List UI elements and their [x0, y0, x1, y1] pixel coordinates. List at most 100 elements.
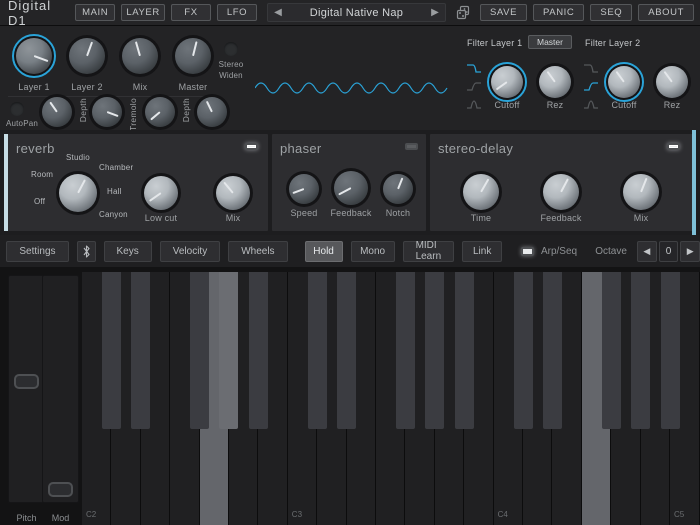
preset-prev-icon[interactable]: ◀	[268, 7, 288, 18]
filter-layer-2-title: Filter Layer 2	[585, 38, 641, 48]
knob-tremolo[interactable]	[145, 97, 175, 127]
black-key[interactable]	[602, 272, 621, 429]
knob-filter2-rez-label: Rez	[663, 100, 681, 110]
tab-layer[interactable]: LAYER	[121, 4, 165, 21]
knob-filter1-rez[interactable]	[539, 66, 571, 98]
reverb-mode-hall[interactable]: Hall	[107, 187, 122, 196]
tab-fx[interactable]: FX	[170, 4, 211, 21]
black-key[interactable]	[425, 272, 444, 429]
piano-keyboard[interactable]: C2 C3 C4 C5	[82, 272, 700, 525]
arp-seq-led[interactable]	[521, 246, 534, 256]
mod-wheel[interactable]	[42, 275, 79, 503]
knob-autopan-rate[interactable]	[92, 97, 122, 127]
about-button[interactable]: ABOUT	[638, 4, 694, 21]
bluetooth-icon[interactable]	[76, 240, 96, 262]
hold-button[interactable]: Hold	[304, 240, 343, 262]
phaser-panel: phaser Speed Feedback Notch	[272, 134, 426, 231]
knob-layer2[interactable]	[69, 38, 105, 74]
dice-icon[interactable]	[454, 3, 474, 23]
settings-button[interactable]: Settings	[6, 240, 69, 262]
highpass-icon-2[interactable]	[583, 79, 599, 91]
knob-delay-time[interactable]	[463, 174, 499, 210]
knob-reverb-mode[interactable]	[59, 174, 97, 212]
stereo-widen-led[interactable]	[224, 42, 238, 56]
black-key[interactable]	[396, 272, 415, 429]
black-key-pressed[interactable]	[219, 272, 238, 429]
black-key[interactable]	[131, 272, 150, 429]
lowpass-icon[interactable]	[466, 61, 482, 73]
black-key[interactable]	[308, 272, 327, 429]
stereo-delay-panel: stereo-delay Time Feedback Mix	[430, 130, 696, 235]
knob-filter1-cutoff[interactable]	[487, 62, 527, 102]
reverb-panel: reverb Off Room Studio Chamber Hall Cany…	[4, 134, 268, 231]
midi-learn-button[interactable]: MIDI Learn	[402, 240, 455, 262]
stereo-delay-accent-bar	[692, 130, 696, 235]
octave-marker-c5: C5	[674, 510, 685, 519]
black-key[interactable]	[543, 272, 562, 429]
knob-delay-feedback-label: Feedback	[540, 213, 582, 223]
black-key[interactable]	[631, 272, 650, 429]
black-key[interactable]	[337, 272, 356, 429]
app-logo: Digital D1	[8, 0, 52, 28]
knob-reverb-lowcut[interactable]	[144, 176, 178, 210]
octave-label: Octave	[595, 245, 627, 257]
knob-autopan-depth[interactable]	[42, 97, 72, 127]
knob-delay-feedback[interactable]	[543, 174, 579, 210]
knob-phaser-speed[interactable]	[289, 174, 319, 204]
reverb-mode-canyon[interactable]: Canyon	[99, 210, 128, 219]
knob-reverb-mix[interactable]	[216, 176, 250, 210]
knob-phaser-feedback[interactable]	[334, 171, 368, 205]
filter-master-button[interactable]: Master	[528, 35, 572, 49]
reverb-enable-toggle[interactable]	[245, 143, 258, 150]
mod-wheel-handle[interactable]	[48, 482, 73, 497]
seq-button[interactable]: SEQ	[590, 4, 633, 21]
autopan-led[interactable]	[10, 102, 24, 116]
reverb-accent-bar	[4, 134, 8, 231]
octave-up-button[interactable]: ▶	[680, 240, 700, 262]
black-key[interactable]	[102, 272, 121, 429]
highpass-icon[interactable]	[466, 79, 482, 91]
phaser-enable-toggle[interactable]	[405, 143, 418, 150]
knob-filter2-cutoff[interactable]	[604, 62, 644, 102]
black-key[interactable]	[514, 272, 533, 429]
reverb-title: reverb	[16, 141, 55, 156]
knob-layer1[interactable]	[12, 34, 56, 78]
black-key[interactable]	[661, 272, 680, 429]
knob-filter2-rez[interactable]	[656, 66, 688, 98]
panic-button[interactable]: PANIC	[533, 4, 585, 21]
wheels-button[interactable]: Wheels	[228, 240, 288, 262]
pitch-wheel[interactable]	[8, 275, 45, 503]
black-key[interactable]	[190, 272, 209, 429]
knob-phaser-notch[interactable]	[383, 174, 413, 204]
tab-lfo[interactable]: LFO	[216, 4, 257, 21]
selection-ring	[604, 62, 644, 102]
reverb-mode-chamber[interactable]: Chamber	[99, 163, 133, 172]
reverb-mode-room[interactable]: Room	[31, 170, 53, 179]
black-key[interactable]	[249, 272, 268, 429]
save-button[interactable]: SAVE	[480, 4, 528, 21]
octave-down-button[interactable]: ◀	[636, 240, 657, 262]
pitch-wheel-label: Pitch	[16, 513, 37, 523]
octave-marker-c2: C2	[86, 510, 97, 519]
velocity-button[interactable]: Velocity	[159, 240, 221, 262]
black-key[interactable]	[455, 272, 474, 429]
reverb-mode-studio[interactable]: Studio	[66, 153, 90, 162]
tab-main[interactable]: MAIN	[75, 4, 116, 21]
preset-name[interactable]: Digital Native Nap	[288, 7, 425, 19]
mod-wheel-label: Mod	[51, 513, 70, 523]
phaser-title: phaser	[280, 141, 322, 156]
mono-button[interactable]: Mono	[350, 240, 395, 262]
knob-mix[interactable]	[122, 38, 158, 74]
knob-delay-mix[interactable]	[623, 174, 659, 210]
stereo-delay-enable-toggle[interactable]	[667, 143, 680, 150]
link-button[interactable]: Link	[462, 240, 503, 262]
lowpass-icon-2[interactable]	[583, 61, 599, 73]
preset-next-icon[interactable]: ▶	[425, 7, 445, 18]
knob-tremolo-depth[interactable]	[197, 97, 227, 127]
control-bar: Settings Keys Velocity Wheels Hold Mono …	[0, 235, 700, 267]
waveform-display	[254, 62, 450, 108]
reverb-mode-off[interactable]: Off	[34, 197, 45, 206]
pitch-wheel-handle[interactable]	[14, 374, 39, 389]
plugin-window: Digital D1 MAIN LAYER FX LFO ◀ Digital N…	[0, 0, 700, 525]
keys-button[interactable]: Keys	[103, 240, 152, 262]
